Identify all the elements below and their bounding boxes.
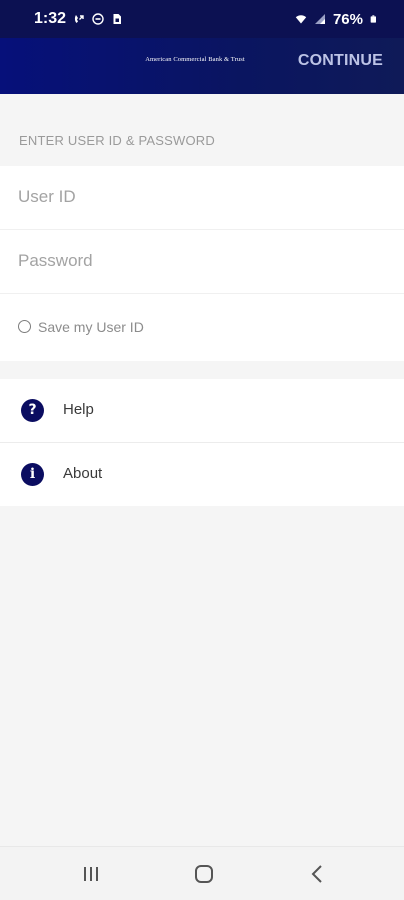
home-icon[interactable] xyxy=(189,863,219,885)
back-icon[interactable] xyxy=(302,863,332,885)
navigation-bar xyxy=(0,846,404,900)
menu-item-about[interactable]: i About xyxy=(0,443,404,506)
info-icon: i xyxy=(21,463,44,486)
battery-percent: 76% xyxy=(332,10,363,28)
user-id-input[interactable] xyxy=(18,184,378,210)
login-section-header: ENTER USER ID & PASSWORD xyxy=(0,94,404,166)
bank-logo: American Commercial Bank & Trust xyxy=(145,56,245,63)
status-right: 76% xyxy=(295,11,378,28)
menu-item-label: Help xyxy=(63,401,94,418)
login-form: Save my User ID xyxy=(0,166,404,361)
status-time: 1:32 xyxy=(34,10,67,27)
recents-icon[interactable] xyxy=(76,863,106,885)
menu-item-label: About xyxy=(63,465,103,482)
user-id-row xyxy=(0,166,404,230)
save-user-id-radio[interactable] xyxy=(18,320,31,333)
password-row xyxy=(0,230,404,294)
status-bar: 1:32 76% xyxy=(0,0,404,38)
help-icon: ? xyxy=(21,399,44,422)
section-title: ENTER USER ID & PASSWORD xyxy=(19,133,215,148)
save-user-id-option[interactable]: Save my User ID xyxy=(0,294,404,361)
signal-icon xyxy=(314,14,325,24)
app-header: American Commercial Bank & Trust CONTINU… xyxy=(0,38,404,94)
do-not-disturb-icon xyxy=(92,13,104,25)
status-left: 1:32 xyxy=(34,10,123,28)
continue-button[interactable]: CONTINUE xyxy=(298,52,383,70)
menu-list: ? Help i About xyxy=(0,379,404,506)
save-user-id-label: Save my User ID xyxy=(38,319,144,335)
sim-icon xyxy=(113,14,122,24)
wifi-icon xyxy=(295,15,307,24)
password-input[interactable] xyxy=(18,248,378,274)
menu-item-help[interactable]: ? Help xyxy=(0,379,404,443)
battery-icon xyxy=(370,15,376,23)
call-forward-icon xyxy=(74,15,84,23)
